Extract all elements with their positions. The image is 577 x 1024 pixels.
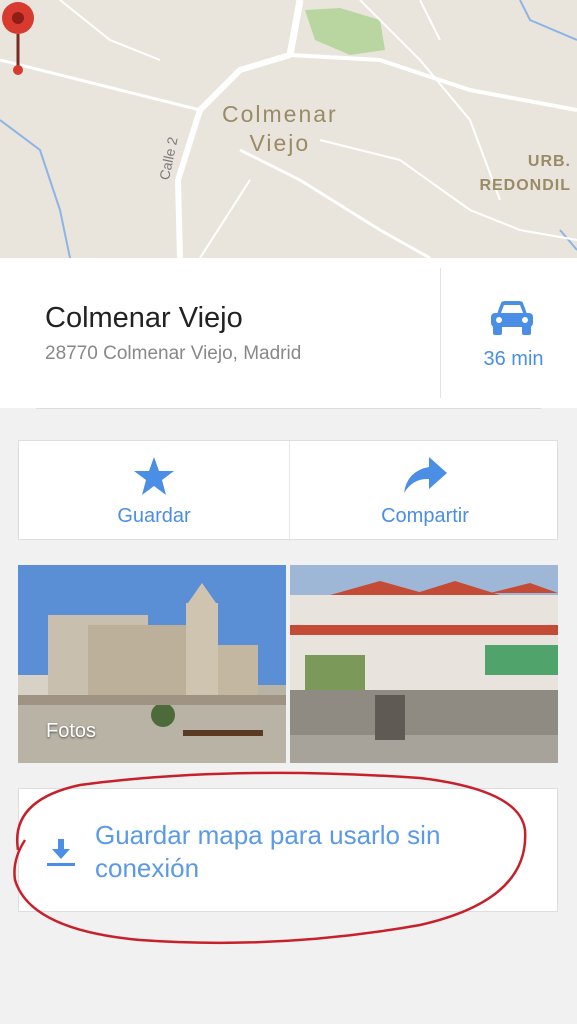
church-photo[interactable]: Fotos (18, 565, 286, 763)
annotation-circle (13, 771, 527, 945)
save-label: Guardar (117, 505, 191, 527)
directions-button[interactable]: 36 min (441, 258, 577, 408)
street-photo[interactable] (290, 565, 558, 763)
place-info-card[interactable]: Colmenar Viejo 28770 Colmenar Viejo, Mad… (0, 258, 577, 408)
map-urb-label: URB. REDONDIL (479, 153, 571, 194)
share-label: Compartir (381, 505, 469, 527)
car-icon (491, 301, 533, 335)
share-button[interactable]: Compartir (289, 441, 560, 541)
map-pin-icon[interactable] (0, 0, 36, 78)
drive-time: 36 min (483, 348, 544, 370)
star-icon (134, 457, 174, 495)
map-town-label: Colmenar Viejo (222, 101, 338, 156)
place-name: Colmenar Viejo (45, 302, 243, 334)
map-view[interactable]: Calle 2 Colmenar Viejo URB. REDONDIL (0, 0, 577, 258)
place-address: 28770 Colmenar Viejo, Madrid (45, 343, 302, 364)
action-bar: Guardar Compartir (18, 440, 560, 541)
save-button[interactable]: Guardar (19, 441, 289, 541)
divider (36, 408, 541, 409)
photos-label: Fotos (46, 720, 97, 742)
share-icon (404, 457, 447, 493)
photo-gallery[interactable]: Fotos (18, 565, 558, 763)
